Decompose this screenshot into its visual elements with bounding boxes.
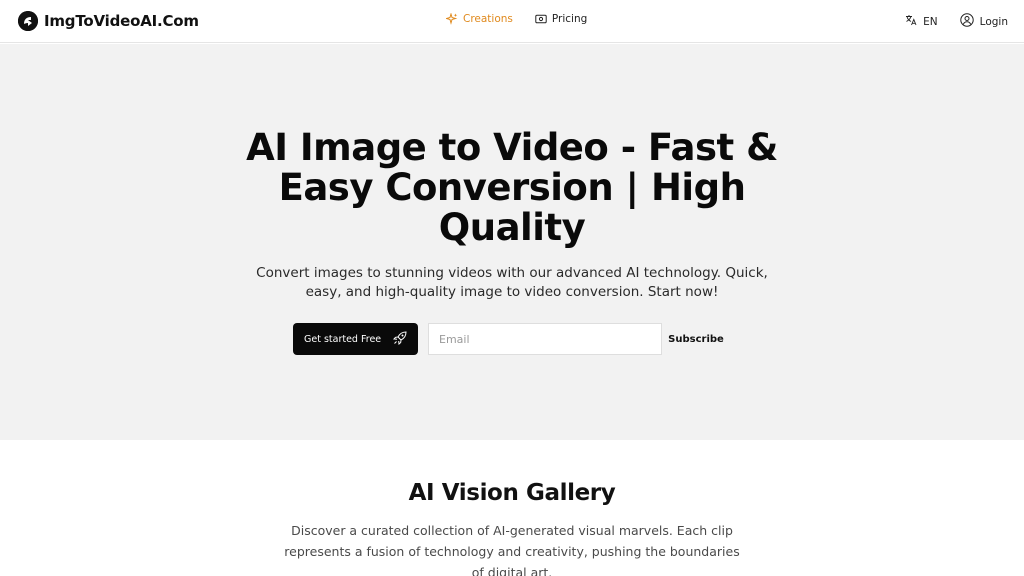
nav-item-pricing[interactable]: Pricing — [535, 13, 587, 25]
user-circle-icon — [959, 13, 974, 30]
logo-icon — [18, 11, 38, 31]
logo-text: ImgToVideoAI.Com — [44, 12, 199, 30]
login-link[interactable]: Login — [959, 13, 1008, 30]
main-nav: Creations Pricing — [446, 13, 587, 25]
nav-item-creations[interactable]: Creations — [446, 13, 513, 25]
sparkles-icon — [446, 13, 458, 25]
ticket-icon — [535, 13, 547, 25]
get-started-label: Get started Free — [304, 333, 382, 345]
site-header: ImgToVideoAI.Com Creations Pricing EN Lo… — [0, 0, 1024, 43]
language-selector[interactable]: EN — [905, 14, 938, 29]
login-label: Login — [979, 15, 1008, 28]
nav-label-creations: Creations — [463, 13, 513, 25]
get-started-button[interactable]: Get started Free — [293, 323, 418, 355]
email-input[interactable] — [428, 323, 662, 355]
hero-section: AI Image to Video - Fast & Easy Conversi… — [0, 44, 1024, 440]
logo[interactable]: ImgToVideoAI.Com — [18, 11, 199, 31]
language-label: EN — [923, 15, 938, 28]
hero-subtitle: Convert images to stunning videos with o… — [256, 265, 768, 300]
translate-icon — [905, 14, 917, 29]
nav-label-pricing: Pricing — [551, 13, 588, 25]
gallery-subtitle: Discover a curated collection of AI-gene… — [284, 523, 740, 576]
rocket-icon — [392, 330, 407, 348]
hero-title: AI Image to Video - Fast & Easy Conversi… — [246, 126, 778, 249]
header-actions: EN Login — [905, 13, 1008, 30]
cta-row: Get started Free Subscribe — [293, 323, 730, 355]
subscribe-button[interactable]: Subscribe — [662, 323, 730, 355]
gallery-title: AI Vision Gallery — [408, 480, 616, 506]
